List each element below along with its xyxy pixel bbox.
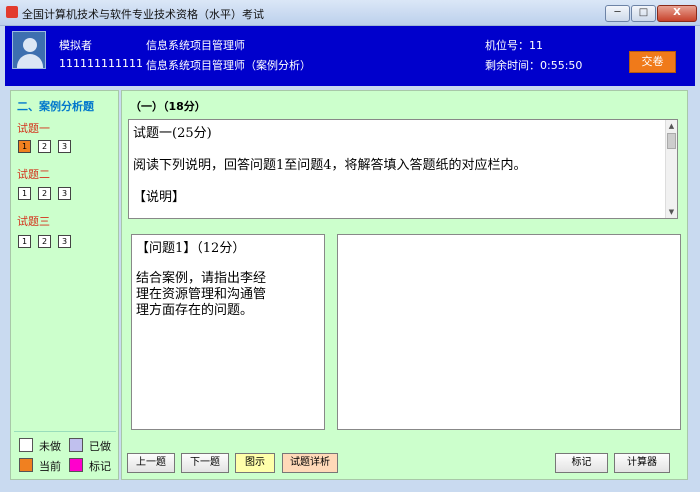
window-title: 全国计算机技术与软件专业技术资格（水平）考试 <box>22 8 264 21</box>
time-value: 0:55:50 <box>540 59 583 72</box>
question-panel: （一）（18分） 试题一(25分) 阅读下列说明，回答问题1至问题4，将解答填入… <box>121 90 688 480</box>
intro-text: 阅读下列说明，回答问题1至问题4，将解答填入答题纸的对应栏内。 <box>133 158 527 173</box>
group-label-2: 试题二 <box>17 168 50 181</box>
question-navigator: 二、案例分析题 试题一 1 2 3 试题二 1 2 3 试题三 1 2 3 未做… <box>10 90 119 480</box>
section-label: 【说明】 <box>133 190 186 205</box>
scroll-down-icon[interactable]: ▼ <box>666 206 677 218</box>
legend-unanswered-swatch <box>19 438 33 452</box>
remaining-time: 剩余时间：0:55:50 <box>485 57 582 73</box>
next-question-button[interactable]: 下一题 <box>181 453 229 473</box>
legend-unanswered-label: 未做 <box>39 440 61 453</box>
legend-marked-label: 标记 <box>89 460 111 473</box>
legend-marked-swatch <box>69 458 83 472</box>
prev-question-button[interactable]: 上一题 <box>127 453 175 473</box>
seat-label: 机位号： <box>485 39 529 52</box>
question-stem-box[interactable]: 试题一(25分) 阅读下列说明，回答问题1至问题4，将解答填入答题纸的对应栏内。… <box>128 119 678 219</box>
part-title: （一）（18分） <box>130 100 206 113</box>
subquestion-box[interactable]: 【问题1】（12分） 结合案例，请指出李经 理在资源管理和沟通管 理方面存在的问… <box>131 234 325 430</box>
mark-button[interactable]: 标记 <box>555 453 608 473</box>
question-3-1-button[interactable]: 1 <box>18 235 31 248</box>
group-label-1: 试题一 <box>17 122 50 135</box>
question-1-1-button[interactable]: 1 <box>18 140 31 153</box>
review-button[interactable]: 试题详析 <box>282 453 338 473</box>
subquestion-title: 【问题1】（12分） <box>136 241 246 256</box>
figure-button[interactable]: 图示 <box>235 453 275 473</box>
scroll-thumb[interactable] <box>667 133 676 149</box>
question-1-3-button[interactable]: 3 <box>58 140 71 153</box>
answer-input[interactable] <box>337 234 681 430</box>
legend-answered-swatch <box>69 438 83 452</box>
legend-answered-label: 已做 <box>89 440 111 453</box>
paper-name: 信息系统项目管理师（案例分析） <box>146 59 311 72</box>
seat-number: 机位号：11 <box>485 37 543 53</box>
exam-header: 模拟者 111111111111 信息系统项目管理师 信息系统项目管理师（案例分… <box>5 26 695 86</box>
close-button[interactable]: X <box>657 5 697 22</box>
time-label: 剩余时间： <box>485 59 540 72</box>
candidate-id: 111111111111 <box>59 57 143 70</box>
group-label-3: 试题三 <box>17 215 50 228</box>
legend-current-swatch <box>19 458 33 472</box>
calculator-button[interactable]: 计算器 <box>614 453 670 473</box>
avatar-head <box>23 38 37 52</box>
app-icon <box>6 6 18 18</box>
question-1-2-button[interactable]: 2 <box>38 140 51 153</box>
submit-button[interactable]: 交卷 <box>629 51 676 73</box>
seat-value: 11 <box>529 39 543 52</box>
exam-name: 信息系统项目管理师 <box>146 39 245 52</box>
question-2-2-button[interactable]: 2 <box>38 187 51 200</box>
avatar-body <box>17 54 43 68</box>
question-header: 试题一(25分) <box>133 126 212 141</box>
subquestion-line-3: 理方面存在的问题。 <box>136 303 254 318</box>
question-3-3-button[interactable]: 3 <box>58 235 71 248</box>
maximize-button[interactable]: □ <box>631 5 656 22</box>
candidate-name: 模拟者 <box>59 39 92 52</box>
window-titlebar: 全国计算机技术与软件专业技术资格（水平）考试 ─ □ X <box>0 0 700 26</box>
status-legend: 未做 已做 当前 标记 <box>14 431 116 477</box>
question-3-2-button[interactable]: 2 <box>38 235 51 248</box>
avatar <box>12 31 46 69</box>
legend-current-label: 当前 <box>39 460 61 473</box>
minimize-button[interactable]: ─ <box>605 5 630 22</box>
scroll-up-icon[interactable]: ▲ <box>666 120 677 132</box>
section-title: 二、案例分析题 <box>17 100 94 113</box>
question-2-3-button[interactable]: 3 <box>58 187 71 200</box>
question-2-1-button[interactable]: 1 <box>18 187 31 200</box>
stem-scrollbar[interactable]: ▲ ▼ <box>665 120 677 218</box>
